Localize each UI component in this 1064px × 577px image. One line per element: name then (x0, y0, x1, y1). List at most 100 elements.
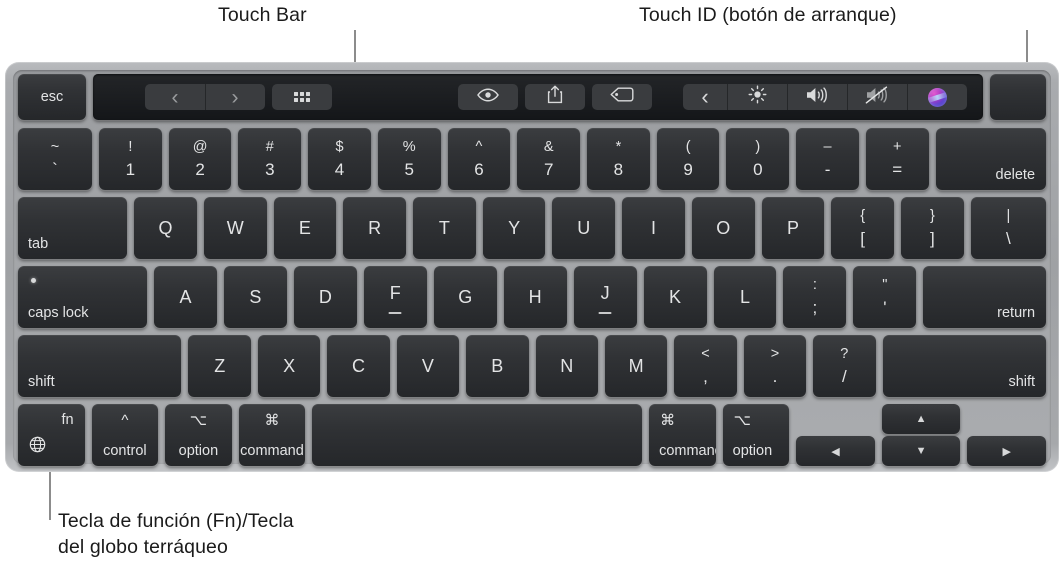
touch-bar-quick-look-button[interactable] (458, 84, 518, 110)
touch-bar-tag-button[interactable] (592, 84, 652, 110)
key-q[interactable]: Q (134, 197, 197, 259)
quick-look-eye-icon (477, 87, 499, 107)
key-shift-right[interactable]: shift (882, 335, 1047, 397)
key-delete[interactable]: delete (935, 128, 1047, 190)
touch-bar-siri-button[interactable] (907, 84, 967, 110)
key-v[interactable]: V (396, 335, 460, 397)
key-m[interactable]: M (604, 335, 668, 397)
key-z[interactable]: Z (188, 335, 251, 397)
key-semicolon[interactable]: : ; (783, 266, 847, 328)
key-quote[interactable]: " ' (853, 266, 917, 328)
key-5[interactable]: % 5 (377, 128, 441, 190)
key-arrow-left[interactable]: ◀ (796, 436, 875, 466)
key-6-upper: ^ (475, 139, 483, 155)
key-period[interactable]: > . (743, 335, 807, 397)
key-6[interactable]: ^ 6 (447, 128, 511, 190)
key-equals[interactable]: + = (865, 128, 929, 190)
key-7-upper: & (543, 139, 554, 155)
key-i[interactable]: I (622, 197, 685, 259)
key-b[interactable]: B (466, 335, 529, 397)
key-bracket-right-upper: } (929, 208, 935, 224)
key-arrow-up[interactable]: ▲ (881, 404, 961, 434)
key-2-upper: @ (192, 139, 208, 155)
key-bracket-left[interactable]: { [ (831, 197, 895, 259)
key-control-left[interactable]: ^ control (91, 404, 159, 466)
touch-bar-share-button[interactable] (525, 84, 585, 110)
key-c[interactable]: C (327, 335, 390, 397)
key-l[interactable]: L (713, 266, 777, 328)
key-c-label: C (352, 356, 365, 376)
key-grave[interactable]: ~ ` (18, 128, 92, 190)
touch-bar-middle-group (458, 84, 652, 110)
touch-bar-mute-button[interactable] (847, 84, 907, 110)
key-0[interactable]: ) 0 (726, 128, 790, 190)
key-backslash[interactable]: | \ (970, 197, 1047, 259)
key-period-lower: . (772, 367, 778, 386)
key-f[interactable]: F (363, 266, 427, 328)
key-fn[interactable]: fn (18, 404, 85, 466)
touch-bar-brightness-button[interactable] (727, 84, 787, 110)
leader-line-fn-key (49, 472, 51, 520)
key-e[interactable]: E (273, 197, 337, 259)
key-caps-lock[interactable]: caps lock (18, 266, 148, 328)
key-9-lower: 9 (683, 160, 693, 179)
key-b-label: B (491, 356, 504, 376)
key-quote-upper: " (882, 277, 888, 293)
key-touch-id[interactable] (990, 74, 1046, 120)
key-t-label: T (438, 218, 450, 238)
siri-icon (927, 87, 947, 107)
key-shift-left[interactable]: shift (18, 335, 182, 397)
key-option-left[interactable]: ⌥ option (165, 404, 232, 466)
key-k[interactable]: K (643, 266, 707, 328)
touch-bar-app-grid-button[interactable] (272, 84, 332, 110)
key-space[interactable] (312, 404, 643, 466)
key-2[interactable]: @ 2 (168, 128, 232, 190)
touch-bar-volume-up-button[interactable] (787, 84, 847, 110)
key-p[interactable]: P (761, 197, 825, 259)
key-t[interactable]: T (413, 197, 476, 259)
key-command-left[interactable]: ⌘ command (238, 404, 306, 466)
key-tab[interactable]: tab (18, 197, 128, 259)
key-o[interactable]: O (691, 197, 755, 259)
key-9[interactable]: ( 9 (656, 128, 720, 190)
key-bracket-right[interactable]: } ] (901, 197, 964, 259)
key-return[interactable]: return (923, 266, 1047, 328)
key-arrow-right[interactable]: ▶ (967, 436, 1047, 466)
key-u[interactable]: U (552, 197, 616, 259)
callout-fn-key: Tecla de función (Fn)/Tecla del globo te… (58, 510, 294, 558)
touch-bar-expand-button[interactable]: ‹ (683, 84, 727, 110)
key-slash[interactable]: ? / (813, 335, 876, 397)
touch-bar-back-button[interactable]: ‹ (145, 84, 205, 110)
option-symbol-icon: ⌥ (733, 412, 751, 429)
key-7[interactable]: & 7 (517, 128, 581, 190)
key-minus[interactable]: – - (796, 128, 859, 190)
key-arrow-down[interactable]: ▼ (881, 436, 961, 466)
key-n[interactable]: N (535, 335, 598, 397)
key-4[interactable]: $ 4 (308, 128, 371, 190)
key-esc[interactable]: esc (18, 74, 86, 120)
key-command-right[interactable]: ⌘ command (649, 404, 716, 466)
chevron-left-icon: ‹ (171, 85, 179, 109)
key-option-right[interactable]: ⌥ option (722, 404, 790, 466)
key-w[interactable]: W (203, 197, 267, 259)
touch-bar[interactable]: ‹ › ‹ (93, 74, 983, 120)
key-h[interactable]: H (503, 266, 567, 328)
key-quote-lower: ' (883, 298, 887, 317)
key-j[interactable]: J (573, 266, 637, 328)
key-s[interactable]: S (223, 266, 287, 328)
key-a[interactable]: A (154, 266, 217, 328)
key-comma[interactable]: < , (674, 335, 737, 397)
key-5-upper: % (402, 139, 416, 155)
touch-bar-forward-button[interactable]: › (205, 84, 265, 110)
key-y-label: Y (508, 218, 521, 238)
key-1[interactable]: ! 1 (99, 128, 162, 190)
key-3[interactable]: # 3 (238, 128, 302, 190)
key-minus-lower: - (824, 160, 831, 179)
key-r[interactable]: R (343, 197, 406, 259)
option-symbol-icon: ⌥ (189, 412, 208, 429)
key-y[interactable]: Y (482, 197, 546, 259)
key-g[interactable]: G (433, 266, 497, 328)
key-8[interactable]: * 8 (587, 128, 650, 190)
key-x[interactable]: X (257, 335, 321, 397)
key-d[interactable]: D (293, 266, 357, 328)
